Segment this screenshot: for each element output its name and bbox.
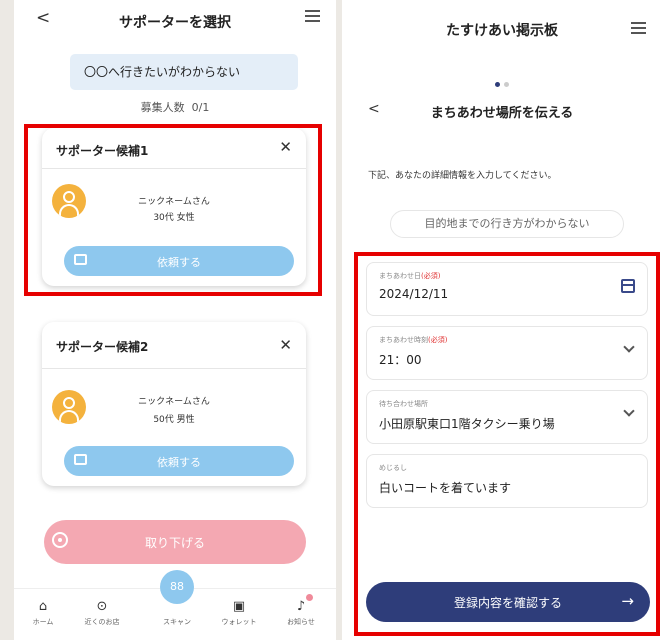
withdraw-button[interactable]: 取り下げる [44, 520, 306, 564]
highlight-box-candidate-1 [24, 124, 322, 296]
age-gender: 50代 男性 [153, 415, 195, 425]
tab-notifications[interactable]: ♪ お知らせ [276, 599, 326, 627]
recruit-value: 0/1 [191, 101, 210, 114]
highlight-box-form [354, 252, 660, 636]
recruit-label: 募集人数 [140, 101, 185, 114]
notification-badge [306, 594, 313, 601]
tab-label: ホーム [32, 618, 54, 626]
supporter-select-screen: < サポーターを選択 〇〇へ行きたいがわからない 募集人数 0/1 サポーター候… [14, 0, 336, 640]
withdraw-button-label: 取り下げる [144, 536, 205, 550]
request-button-label: 依頼する [157, 456, 201, 469]
section-title: まちあわせ場所を伝える [430, 106, 574, 121]
tab-wallet[interactable]: ▣ ウォレット [214, 599, 264, 627]
page-title: サポーターを選択 [119, 15, 231, 31]
divider [42, 368, 306, 369]
page-dot [504, 82, 509, 87]
instruction-text: 下記、あなたの詳細情報を入力してください。 [368, 171, 557, 181]
tab-home[interactable]: ⌂ ホーム [18, 599, 68, 627]
request-button[interactable]: 依頼する [64, 446, 294, 476]
tab-nearby-shops[interactable]: ⊙ 近くのお店 [77, 599, 127, 627]
location-icon: ⊙ [96, 599, 108, 614]
wallet-icon: ▣ [232, 599, 246, 614]
close-icon[interactable]: ✕ [279, 336, 292, 354]
scan-qr-icon[interactable]: 88 [160, 570, 194, 604]
tab-label: ウォレット [221, 618, 257, 626]
page-dot-active [495, 82, 500, 87]
hamburger-menu-icon[interactable] [305, 10, 320, 22]
page-indicator [342, 72, 662, 91]
bell-icon: ♪ [296, 599, 306, 614]
card-title: サポーター候補2 [56, 340, 149, 354]
request-summary: 〇〇へ行きたいがわからない [70, 54, 298, 90]
nickname: ニックネームさん [138, 397, 210, 407]
tab-label: お知らせ [287, 618, 315, 626]
supporter-card-2: サポーター候補2 ✕ ニックネームさん 50代 男性 依頼する [42, 322, 306, 486]
home-icon: ⌂ [38, 599, 48, 614]
hamburger-menu-icon[interactable] [631, 22, 646, 34]
page-title: たすけあい掲示板 [446, 23, 558, 39]
tab-label: 近くのお店 [84, 618, 120, 626]
purpose-chip: 目的地までの行き方がわからない [390, 210, 624, 238]
tab-label: スキャン [163, 618, 191, 626]
recruit-count: 募集人数 0/1 [14, 99, 336, 115]
